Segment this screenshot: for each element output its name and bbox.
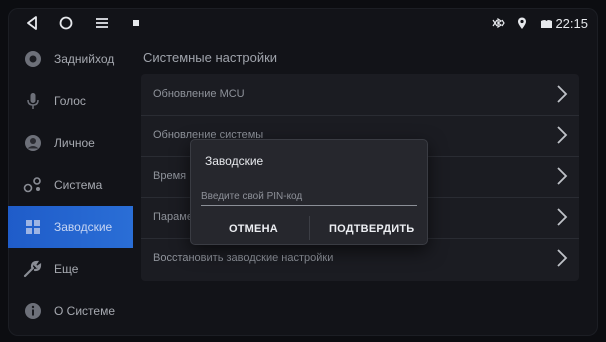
row-label: Время bbox=[153, 170, 187, 182]
clock: 22:15 bbox=[555, 15, 588, 31]
user-icon bbox=[23, 133, 43, 153]
chevron-right-icon bbox=[557, 208, 568, 226]
location-icon bbox=[515, 16, 529, 30]
menu-icon[interactable] bbox=[92, 13, 112, 33]
sidebar-item-about[interactable]: О Системе bbox=[8, 290, 133, 332]
notification-icon bbox=[126, 13, 146, 33]
camera-icon bbox=[23, 49, 43, 69]
signal-icon bbox=[539, 16, 553, 30]
chevron-right-icon bbox=[557, 167, 568, 185]
system-settings-icon bbox=[23, 175, 43, 195]
sidebar-item-label: Еще bbox=[54, 262, 79, 276]
wrench-icon bbox=[23, 259, 43, 279]
sidebar-item-rear-camera[interactable]: Заднийход bbox=[8, 38, 133, 80]
sidebar-item-label: Заднийход bbox=[54, 52, 115, 66]
home-icon[interactable] bbox=[56, 13, 76, 33]
microphone-icon bbox=[23, 91, 43, 111]
settings-row-mcu-update[interactable]: Обновление MCU bbox=[141, 74, 579, 116]
pin-input[interactable] bbox=[201, 187, 417, 206]
sidebar-item-personal[interactable]: Личное bbox=[8, 122, 133, 164]
chevron-right-icon bbox=[557, 249, 568, 267]
row-label: Восстановить заводские настройки bbox=[153, 252, 334, 264]
confirm-button[interactable]: ПОДТВЕРДИТЬ bbox=[329, 219, 414, 239]
page-title: Системные настройки bbox=[143, 50, 278, 65]
chevron-right-icon bbox=[557, 85, 568, 103]
status-bar: 22:15 bbox=[8, 8, 598, 38]
sidebar-item-label: О Системе bbox=[54, 304, 115, 318]
dialog-title: Заводские bbox=[205, 154, 264, 168]
sidebar-item-label: Система bbox=[54, 178, 103, 192]
sidebar-item-label: Голос bbox=[54, 94, 86, 108]
sidebar-item-label: Заводские bbox=[54, 220, 113, 234]
bluetooth-icon bbox=[491, 16, 506, 30]
chevron-right-icon bbox=[557, 126, 568, 144]
cancel-button[interactable]: ОТМЕНА bbox=[229, 219, 278, 239]
row-label: Обновление MCU bbox=[153, 88, 245, 100]
pin-dialog: Заводские ОТМЕНА ПОДТВЕРДИТЬ bbox=[190, 139, 428, 245]
sidebar-item-voice[interactable]: Голос bbox=[8, 80, 133, 122]
sidebar-item-more[interactable]: Еще bbox=[8, 248, 133, 290]
factory-icon bbox=[23, 217, 43, 237]
info-icon bbox=[23, 301, 43, 321]
sidebar-item-label: Личное bbox=[54, 136, 95, 150]
back-icon[interactable] bbox=[22, 13, 42, 33]
sidebar-item-system[interactable]: Система bbox=[8, 164, 133, 206]
button-divider bbox=[309, 216, 310, 240]
sidebar: Заднийход Голос Личное Система Заводские bbox=[8, 38, 133, 336]
sidebar-item-factory[interactable]: Заводские bbox=[8, 206, 133, 248]
